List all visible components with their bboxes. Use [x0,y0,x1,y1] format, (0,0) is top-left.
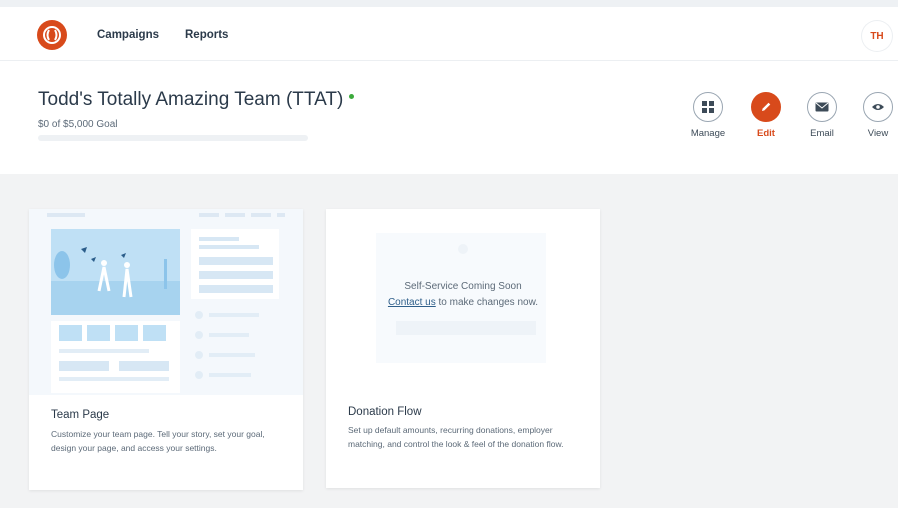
coming-soon-text: Self-Service Coming Soon [404,281,522,292]
nav-campaigns-link[interactable]: Campaigns [97,29,159,41]
team-page-card[interactable]: Team Page Customize your team page. Tell… [29,209,303,490]
team-page-description: Customize your team page. Tell your stor… [51,429,265,453]
main-content: Team Page Customize your team page. Tell… [0,174,898,508]
donation-flow-preview: Self-Service Coming Soon Contact us to m… [326,209,600,395]
coming-soon-message: Self-Service Coming Soon Contact us to m… [326,279,600,311]
pencil-icon [751,92,781,122]
manage-label: Manage [690,128,726,139]
view-label: View [867,128,889,139]
manage-button[interactable]: Manage [683,92,733,139]
view-button[interactable]: View [853,92,898,139]
donation-flow-title: Donation Flow [348,406,422,418]
active-status-dot [349,94,355,100]
envelope-icon [807,92,837,122]
top-strip [0,0,898,7]
goal-text: $0 of $5,000 Goal [38,119,118,130]
brand-logo-icon[interactable] [37,20,67,50]
edit-label: Edit [757,128,775,139]
email-button[interactable]: Email [797,92,847,139]
page-title: Todd's Totally Amazing Team (TTAT) [38,89,355,111]
grid-icon [693,92,723,122]
user-avatar[interactable]: TH [862,21,892,51]
edit-button[interactable]: Edit [741,92,791,139]
contact-us-link[interactable]: Contact us [388,297,436,308]
team-page-title: Team Page [51,409,110,421]
email-label: Email [810,128,834,139]
donation-flow-card[interactable]: Self-Service Coming Soon Contact us to m… [326,209,600,488]
donation-flow-description: Set up default amounts, recurring donati… [348,425,564,449]
goal-progress-bar [38,135,308,141]
top-nav: Campaigns Reports TH [0,7,898,61]
team-name: Todd's Totally Amazing Team (TTAT) [38,89,344,110]
contact-line: Contact us to make changes now. [326,295,600,311]
team-header: Todd's Totally Amazing Team (TTAT) $0 of… [0,62,898,174]
nav-reports-link[interactable]: Reports [185,29,228,41]
eye-icon [863,92,893,122]
team-page-preview-image [29,209,303,395]
contact-suffix: to make changes now. [435,297,539,308]
